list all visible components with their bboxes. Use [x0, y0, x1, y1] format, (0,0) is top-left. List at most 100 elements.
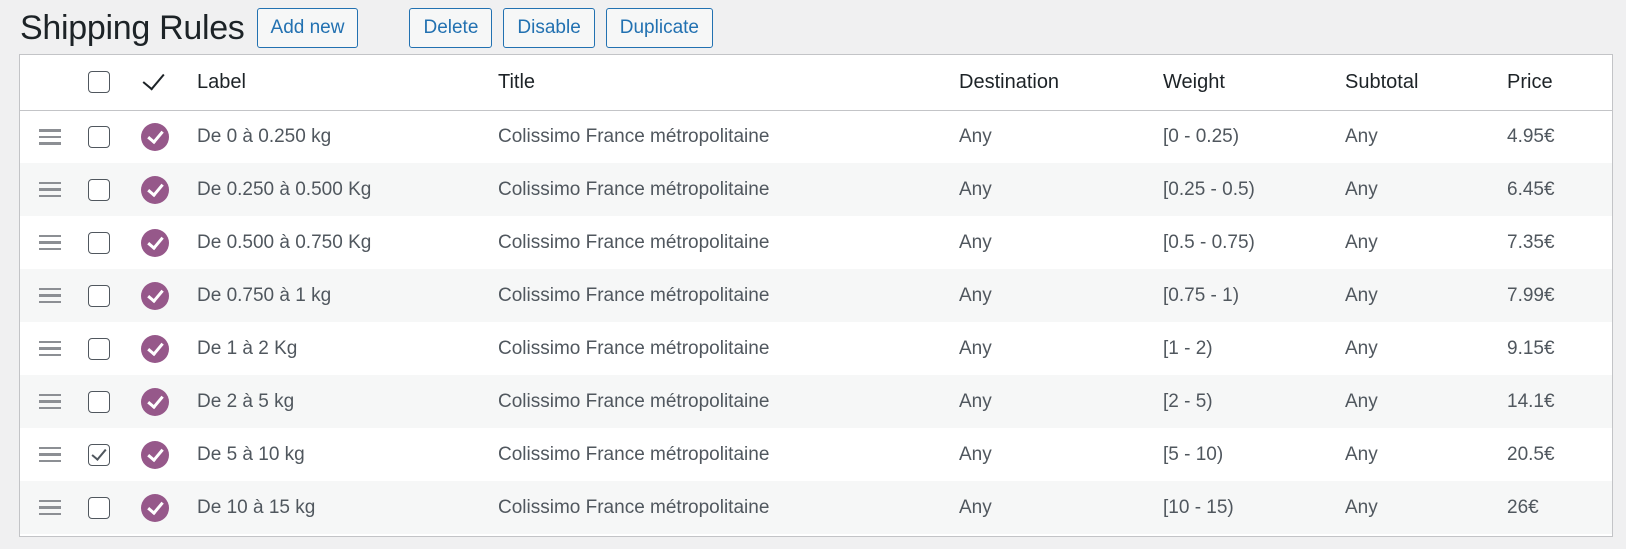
disable-button[interactable]: Disable [503, 8, 595, 48]
row-weight: [0.25 - 0.5) [1163, 178, 1255, 200]
column-header-price[interactable]: Price [1507, 55, 1612, 110]
drag-handle-icon[interactable] [39, 499, 61, 516]
row-subtotal: Any [1345, 337, 1378, 359]
column-header-subtotal[interactable]: Subtotal [1345, 55, 1507, 110]
table-row[interactable]: De 0 à 0.250 kg Colissimo France métropol… [20, 110, 1612, 163]
row-destination: Any [959, 337, 992, 359]
row-weight: [10 - 15) [1163, 496, 1234, 518]
enabled-check-icon[interactable] [141, 440, 169, 469]
table-row[interactable]: De 10 à 15 kg Colissimo France métropolit… [20, 481, 1612, 534]
row-price: 20.5€ [1507, 443, 1555, 465]
drag-cell [20, 269, 88, 322]
row-subtotal: Any [1345, 125, 1378, 147]
enabled-check-icon[interactable] [141, 175, 169, 204]
row-weight: [2 - 5) [1163, 390, 1213, 412]
add-new-button[interactable]: Add new [256, 8, 359, 48]
row-destination: Any [959, 178, 992, 200]
row-select-checkbox[interactable] [88, 337, 110, 360]
row-label[interactable]: De 1 à 2 Kg [197, 322, 498, 375]
enabled-column-header [141, 55, 197, 110]
select-cell [88, 110, 141, 163]
select-cell [88, 428, 141, 481]
drag-handle-icon[interactable] [39, 129, 61, 145]
row-label[interactable]: De 10 à 15 kg [197, 481, 498, 534]
shipping-rules-table: Label Title Destination Weight Subtotal … [19, 54, 1613, 537]
enabled-cell [141, 375, 197, 428]
row-destination: Any [959, 125, 992, 147]
column-header-destination[interactable]: Destination [959, 55, 1163, 110]
enabled-check-icon[interactable] [141, 228, 169, 257]
row-destination: Any [959, 496, 992, 518]
enabled-check-icon[interactable] [141, 334, 169, 363]
select-cell [88, 481, 141, 534]
row-destination: Any [959, 390, 992, 412]
row-select-checkbox[interactable] [88, 178, 110, 201]
row-title: Colissimo France métropolitaine [498, 390, 770, 412]
column-header-title[interactable]: Title [498, 55, 959, 110]
row-subtotal: Any [1345, 496, 1378, 518]
row-label[interactable]: De 0 à 0.250 kg [197, 110, 498, 163]
enabled-check-icon[interactable] [141, 281, 169, 310]
checkmark-icon [142, 67, 165, 91]
drag-cell [20, 428, 88, 481]
enabled-cell [141, 428, 197, 481]
row-subtotal: Any [1345, 284, 1378, 306]
column-header-weight[interactable]: Weight [1163, 55, 1345, 110]
enabled-cell [141, 216, 197, 269]
row-select-checkbox[interactable] [88, 284, 110, 307]
select-all-checkbox[interactable] [88, 71, 110, 94]
row-subtotal: Any [1345, 178, 1378, 200]
enabled-check-icon[interactable] [141, 122, 169, 151]
enabled-check-icon[interactable] [141, 493, 169, 522]
drag-cell [20, 375, 88, 428]
table-row[interactable]: De 0.250 à 0.500 Kg Colissimo France métr… [20, 163, 1612, 216]
table-row[interactable]: De 5 à 10 kg Colissimo France métropolita… [20, 428, 1612, 481]
drag-handle-icon[interactable] [39, 446, 61, 463]
table-row[interactable]: De 0.500 à 0.750 Kg Colissimo France métr… [20, 216, 1612, 269]
drag-handle-icon[interactable] [39, 340, 61, 357]
row-weight: [5 - 10) [1163, 443, 1224, 465]
row-select-checkbox[interactable] [88, 496, 110, 519]
row-destination: Any [959, 443, 992, 465]
drag-cell [20, 216, 88, 269]
row-title: Colissimo France métropolitaine [498, 284, 770, 306]
table-row[interactable]: De 2 à 5 kg Colissimo France métropolitai… [20, 375, 1612, 428]
drag-cell [20, 110, 88, 163]
drag-handle-icon[interactable] [39, 393, 61, 410]
select-cell [88, 269, 141, 322]
select-cell [88, 375, 141, 428]
row-price: 6.45€ [1507, 178, 1555, 200]
row-subtotal: Any [1345, 390, 1378, 412]
row-label[interactable]: De 0.750 à 1 kg [197, 269, 498, 322]
duplicate-button[interactable]: Duplicate [605, 8, 713, 48]
table-row[interactable]: De 0.750 à 1 kg Colissimo France métropol… [20, 269, 1612, 322]
drag-cell [20, 163, 88, 216]
row-destination: Any [959, 231, 992, 253]
row-select-checkbox[interactable] [88, 390, 110, 413]
row-label[interactable]: De 2 à 5 kg [197, 375, 498, 428]
enabled-cell [141, 322, 197, 375]
select-cell [88, 322, 141, 375]
row-title: Colissimo France métropolitaine [498, 337, 770, 359]
table-row[interactable]: De 1 à 2 Kg Colissimo France métropolitai… [20, 322, 1612, 375]
row-subtotal: Any [1345, 231, 1378, 253]
row-destination: Any [959, 284, 992, 306]
row-label[interactable]: De 5 à 10 kg [197, 428, 498, 481]
row-select-checkbox[interactable] [88, 125, 110, 148]
row-price: 7.35€ [1507, 231, 1555, 253]
row-label[interactable]: De 0.500 à 0.750 Kg [197, 216, 498, 269]
drag-handle-icon[interactable] [39, 234, 61, 251]
drag-handle-icon[interactable] [39, 181, 61, 198]
row-select-checkbox[interactable] [88, 443, 110, 466]
select-all-column-header [88, 55, 141, 110]
row-label[interactable]: De 0.250 à 0.500 Kg [197, 163, 498, 216]
row-title: Colissimo France métropolitaine [498, 496, 770, 518]
row-weight: [0 - 0.25) [1163, 125, 1240, 147]
delete-button[interactable]: Delete [409, 8, 493, 48]
table-header-row: Label Title Destination Weight Subtotal … [20, 55, 1612, 110]
enabled-check-icon[interactable] [141, 387, 169, 416]
row-subtotal: Any [1345, 443, 1378, 465]
row-select-checkbox[interactable] [88, 231, 110, 254]
drag-handle-icon[interactable] [39, 287, 61, 304]
column-header-label[interactable]: Label [197, 55, 498, 110]
